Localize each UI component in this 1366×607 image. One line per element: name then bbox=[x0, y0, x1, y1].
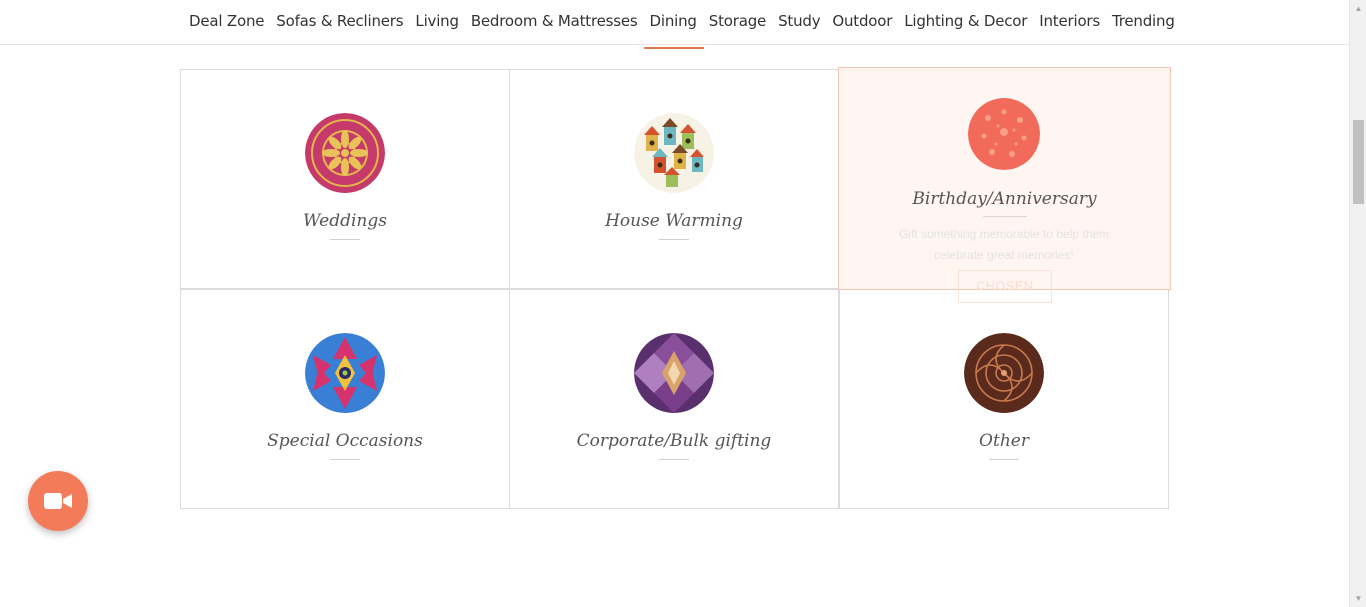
nav-item-dining[interactable]: Dining bbox=[644, 10, 703, 32]
paisley-brown-icon bbox=[964, 333, 1044, 413]
scroll-up-arrow-icon[interactable]: ▲ bbox=[1350, 0, 1366, 17]
occasion-description: Gift something memorable to help them ce… bbox=[898, 227, 1110, 262]
nav-item-interiors[interactable]: Interiors bbox=[1033, 10, 1106, 32]
occasion-card-weddings[interactable]: Weddings bbox=[180, 69, 510, 289]
nav-item-study[interactable]: Study bbox=[772, 10, 826, 32]
active-nav-underline bbox=[644, 47, 704, 49]
chosen-button[interactable]: CHOSEN bbox=[958, 270, 1052, 303]
nav-item-storage[interactable]: Storage bbox=[703, 10, 772, 32]
geometric-purple-icon bbox=[634, 333, 714, 413]
coral-pattern-icon bbox=[968, 98, 1040, 170]
birdhouses-icon bbox=[634, 113, 714, 193]
scrollbar-thumb[interactable] bbox=[1353, 120, 1364, 204]
occasion-card-special-occasions[interactable]: Special Occasions bbox=[180, 289, 510, 509]
nav-item-lighting-decor[interactable]: Lighting & Decor bbox=[898, 10, 1033, 32]
title-divider bbox=[659, 239, 689, 240]
nav-item-deal-zone[interactable]: Deal Zone bbox=[183, 10, 270, 32]
occasion-title: Birthday/Anniversary bbox=[912, 189, 1097, 209]
title-divider bbox=[989, 459, 1019, 460]
title-divider bbox=[330, 239, 360, 240]
occasion-card-other[interactable]: Other bbox=[839, 289, 1169, 509]
kaleidoscope-icon bbox=[305, 333, 385, 413]
video-call-button[interactable] bbox=[28, 471, 88, 531]
mandala-pattern-icon bbox=[305, 113, 385, 193]
occasion-title: Corporate/Bulk gifting bbox=[576, 431, 772, 451]
nav-item-living[interactable]: Living bbox=[409, 10, 464, 32]
occasion-card-birthday-anniversary[interactable]: Birthday/Anniversary Gift something memo… bbox=[838, 67, 1171, 303]
title-divider bbox=[659, 459, 689, 460]
scroll-down-arrow-icon[interactable]: ▼ bbox=[1350, 590, 1366, 607]
vertical-scrollbar[interactable]: ▲ ▼ bbox=[1349, 0, 1366, 607]
occasion-title: House Warming bbox=[605, 211, 743, 231]
title-divider bbox=[330, 459, 360, 460]
nav-item-sofas-recliners[interactable]: Sofas & Recliners bbox=[270, 10, 409, 32]
occasion-card-house-warming[interactable]: House Warming bbox=[509, 69, 839, 289]
occasion-title: Special Occasions bbox=[267, 431, 423, 451]
occasion-card-corporate-bulk-gifting[interactable]: Corporate/Bulk gifting bbox=[509, 289, 839, 509]
top-navigation: Deal Zone Sofas & Recliners Living Bedro… bbox=[0, 0, 1349, 45]
nav-menu: Deal Zone Sofas & Recliners Living Bedro… bbox=[183, 10, 1181, 32]
nav-item-bedroom-mattresses[interactable]: Bedroom & Mattresses bbox=[465, 10, 644, 32]
occasion-title: Other bbox=[979, 431, 1029, 451]
title-divider bbox=[982, 216, 1027, 217]
occasion-title: Weddings bbox=[303, 211, 387, 231]
nav-item-trending[interactable]: Trending bbox=[1106, 10, 1181, 32]
nav-item-outdoor[interactable]: Outdoor bbox=[826, 10, 898, 32]
video-camera-icon bbox=[44, 493, 72, 509]
